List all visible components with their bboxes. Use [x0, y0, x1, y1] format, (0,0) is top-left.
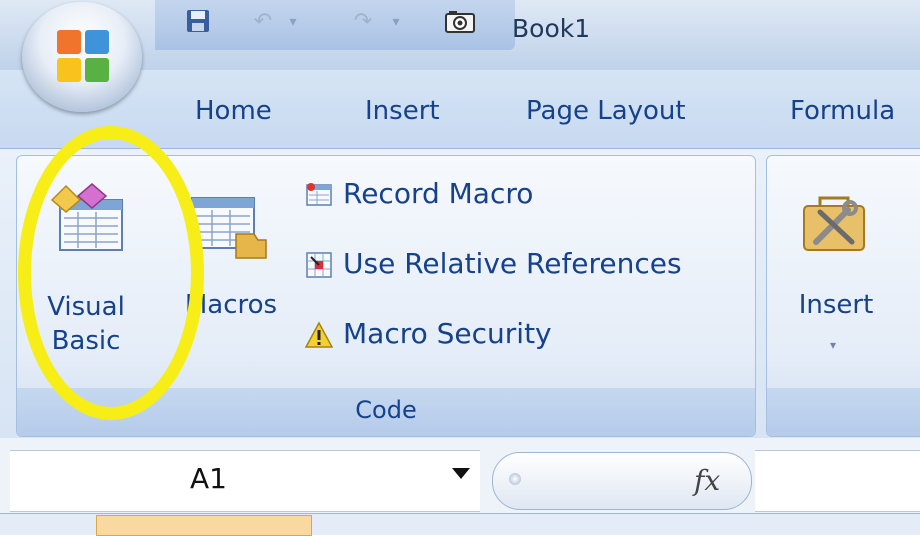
insert-controls-label: Insert [798, 290, 874, 320]
record-macro-label: Record Macro [343, 177, 534, 210]
insert-function-button[interactable]: fx [694, 464, 720, 497]
record-macro-icon [306, 183, 332, 206]
tab-page-layout[interactable]: Page Layout [526, 96, 686, 126]
redo-dropdown-icon[interactable]: ▾ [383, 8, 409, 36]
macro-security-button[interactable]: Macro Security [305, 314, 552, 354]
macro-security-label: Macro Security [343, 317, 552, 350]
name-box-value: A1 [190, 462, 227, 495]
selected-column-header[interactable] [96, 515, 312, 536]
undo-dropdown-icon[interactable]: ▾ [280, 8, 306, 36]
splitter-handle-icon[interactable] [509, 473, 521, 485]
camera-icon[interactable] [445, 10, 475, 38]
redo-icon[interactable]: ↷ [350, 8, 376, 36]
window-title: Book1 [512, 14, 591, 43]
quick-access-toolbar: ↶ ▾ ↷ ▾ [155, 0, 515, 50]
tab-insert[interactable]: Insert [365, 96, 440, 126]
warning-icon [305, 321, 333, 348]
save-icon[interactable] [185, 8, 211, 36]
use-relative-references-button[interactable]: Use Relative References [305, 244, 682, 284]
controls-group-label-bar [767, 388, 920, 436]
relative-references-icon [306, 252, 332, 278]
insert-controls-button[interactable]: Insert ▾ [786, 172, 896, 372]
record-macro-button[interactable]: Record Macro [305, 174, 533, 214]
formula-input[interactable] [755, 450, 920, 512]
undo-icon[interactable]: ↶ [250, 8, 276, 36]
insert-dropdown-icon: ▾ [830, 338, 837, 352]
name-box[interactable] [10, 450, 480, 512]
tab-formulas[interactable]: Formula [790, 96, 895, 126]
highlight-ellipse [18, 126, 204, 420]
tab-home[interactable]: Home [195, 96, 272, 126]
name-box-dropdown-icon[interactable] [452, 468, 470, 479]
toolbox-icon [803, 196, 865, 251]
use-relative-references-label: Use Relative References [343, 247, 682, 280]
office-logo-icon [57, 30, 109, 82]
